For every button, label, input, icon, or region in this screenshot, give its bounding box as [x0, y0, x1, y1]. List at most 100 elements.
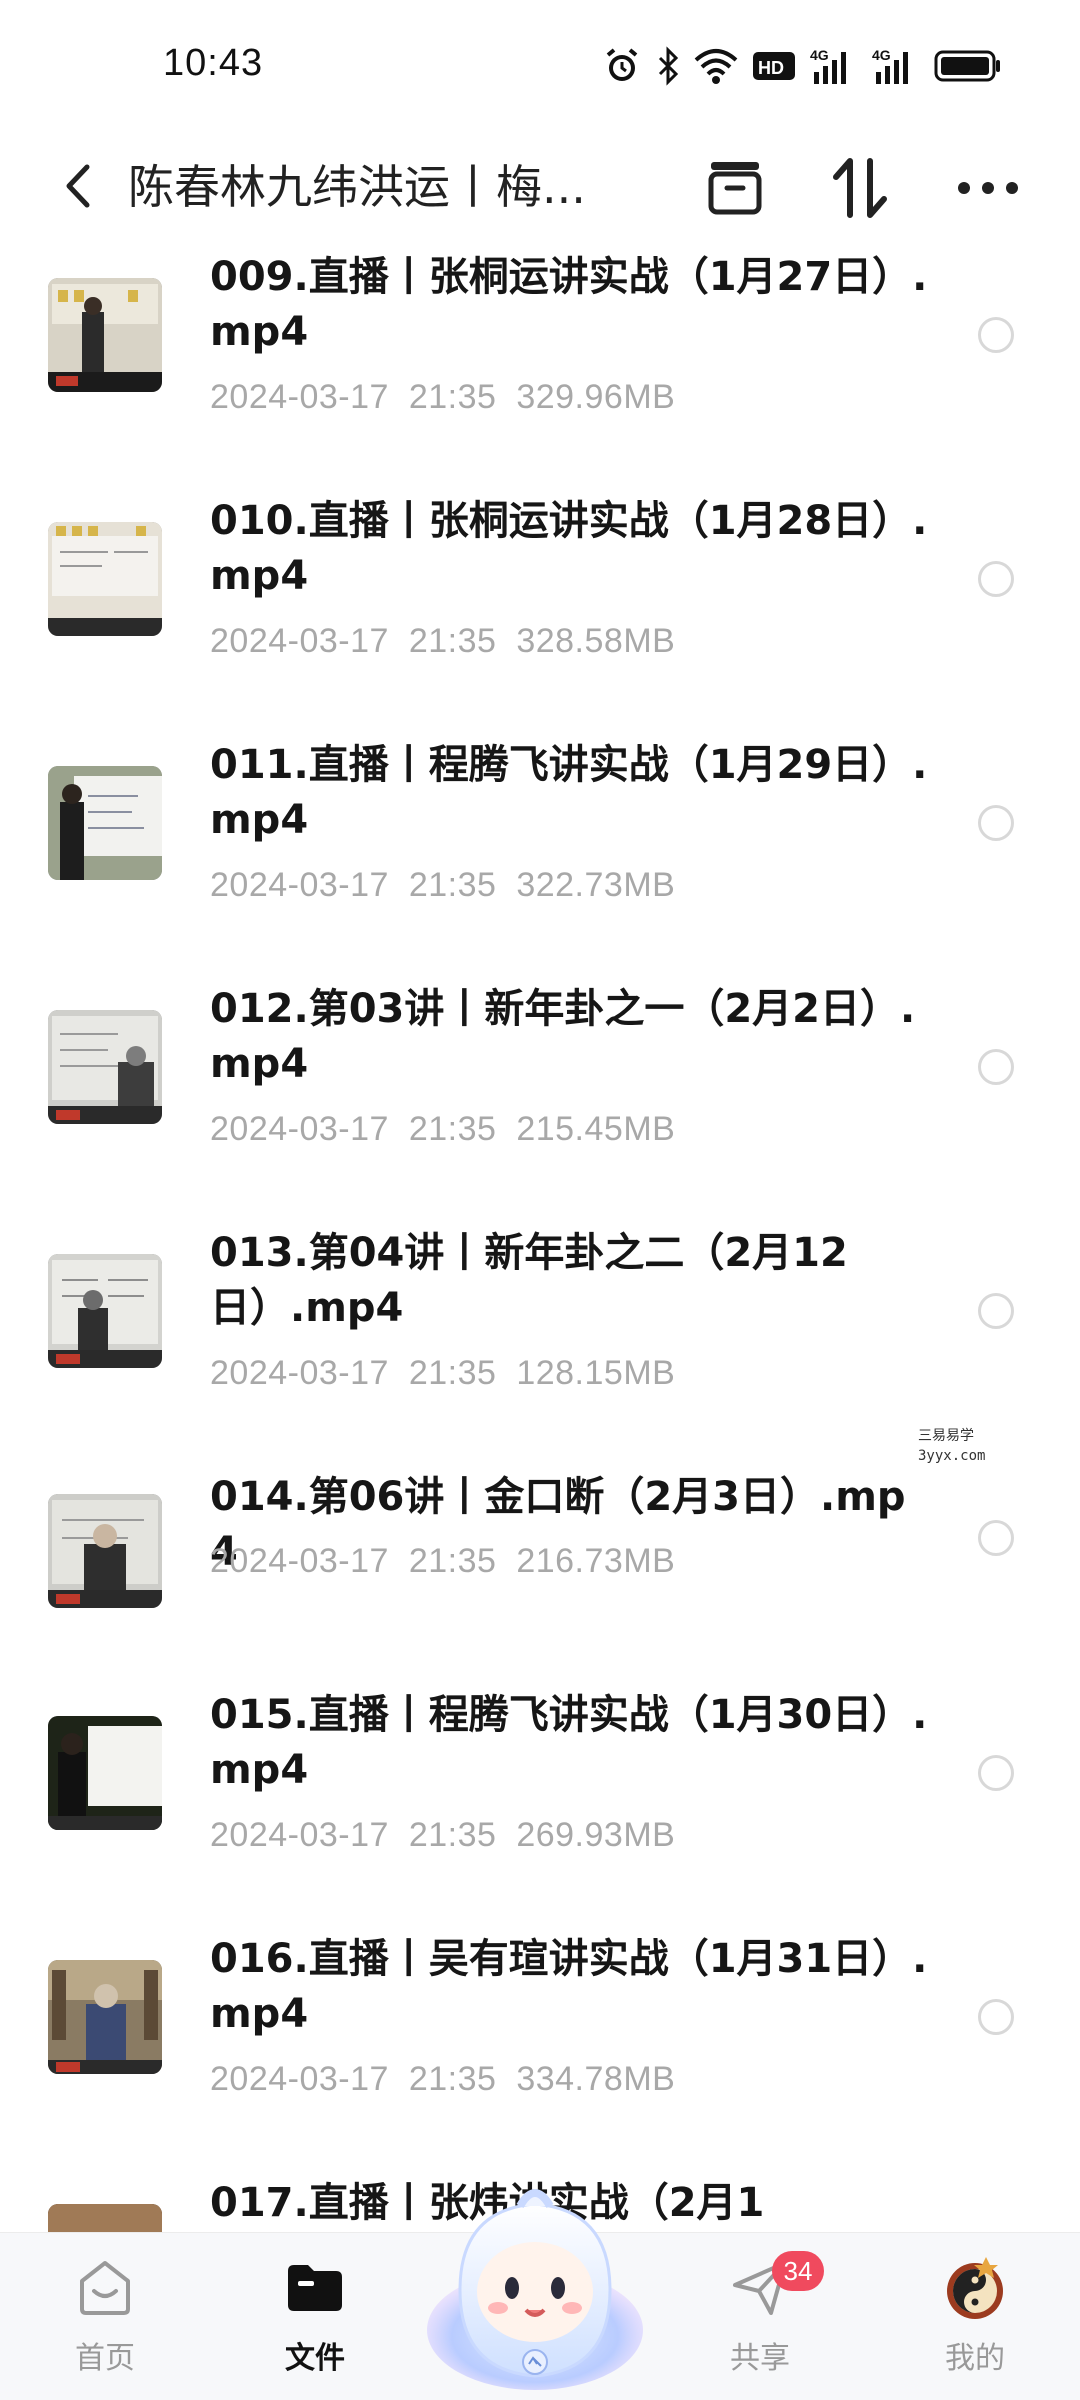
sort-icon — [830, 155, 890, 225]
file-meta: 2024-03-17 21:35 322.73MB — [210, 866, 675, 905]
nav-label-me: 我的 — [945, 2341, 1005, 2376]
file-date: 2024-03-17 — [210, 1354, 389, 1392]
assistant-mascot-icon — [420, 2189, 650, 2400]
select-radio[interactable] — [978, 561, 1014, 597]
folder-icon — [280, 2253, 350, 2323]
file-size: 334.78MB — [516, 2060, 676, 2098]
file-meta: 2024-03-17 21:35 329.96MB — [210, 378, 675, 417]
notification-badge: 34 — [772, 2251, 824, 2291]
select-radio[interactable] — [978, 1049, 1014, 1085]
file-meta: 2024-03-17 21:35 334.78MB — [210, 2060, 675, 2099]
file-time: 21:35 — [408, 1110, 497, 1148]
video-thumbnail — [48, 1960, 162, 2074]
select-radio[interactable] — [978, 1999, 1014, 2035]
more-icon — [956, 178, 1020, 202]
file-time: 21:35 — [408, 378, 497, 416]
signal-4g-icon: 4G — [872, 46, 920, 86]
file-time: 21:35 — [408, 1542, 497, 1580]
battery-icon — [934, 46, 1002, 86]
file-date: 2024-03-17 — [210, 1110, 389, 1148]
more-button[interactable] — [948, 150, 1028, 230]
video-thumbnail — [48, 1254, 162, 1368]
nav-label-share: 共享 — [730, 2341, 790, 2376]
video-thumbnail — [48, 2204, 162, 2232]
select-radio[interactable] — [978, 317, 1014, 353]
sort-button[interactable] — [820, 150, 900, 230]
file-date: 2024-03-17 — [210, 378, 389, 416]
select-radio[interactable] — [978, 1755, 1014, 1791]
video-thumbnail — [48, 766, 162, 880]
file-name: 011.直播丨程腾飞讲实战（1月29日）.mp4 — [210, 742, 928, 843]
list-item[interactable]: 016.直播丨吴有瑄讲实战（1月31日）.mp4 2024-03-17 21:3… — [0, 1932, 1080, 2176]
file-size: 322.73MB — [516, 866, 676, 904]
page-title: 陈春林九纬洪运丨梅... — [128, 160, 586, 214]
file-size: 128.15MB — [516, 1354, 676, 1392]
list-item[interactable]: 014.第06讲丨金口断（2月3日）.mp4 2024-03-17 21:35 … — [0, 1470, 1080, 1688]
file-name: 010.直播丨张桐运讲实战（1月28日）.mp4 — [210, 498, 928, 599]
file-name: 009.直播丨张桐运讲实战（1月27日）.mp4 — [210, 254, 928, 355]
file-meta: 2024-03-17 21:35 269.93MB — [210, 1816, 675, 1855]
file-size: 216.73MB — [516, 1542, 676, 1580]
select-radio[interactable] — [978, 805, 1014, 841]
svg-text:HD: HD — [758, 58, 784, 78]
file-meta: 2024-03-17 21:35 328.58MB — [210, 622, 675, 661]
file-name: 012.第03讲丨新年卦之一（2月2日）.mp4 — [210, 986, 916, 1087]
app-root: 10:43 HD 4G 4G 陈春林九纬洪运丨梅... 009.直播丨张桐运讲实… — [0, 0, 1080, 2400]
back-button[interactable] — [48, 158, 108, 218]
file-size: 328.58MB — [516, 622, 676, 660]
watermark-line-2: 3yyx.com — [918, 1448, 986, 1464]
video-thumbnail — [48, 278, 162, 392]
file-size: 269.93MB — [516, 1816, 676, 1854]
alarm-icon — [602, 46, 642, 86]
nav-label-home: 首页 — [75, 2341, 135, 2376]
list-item[interactable]: 011.直播丨程腾飞讲实战（1月29日）.mp4 2024-03-17 21:3… — [0, 738, 1080, 982]
file-name: 013.第04讲丨新年卦之二（2月12日）.mp4 — [210, 1230, 848, 1331]
select-radio[interactable] — [978, 1520, 1014, 1556]
signal-4g-icon: 4G — [810, 46, 858, 86]
file-time: 21:35 — [408, 2060, 497, 2098]
status-icons: HD 4G 4G — [602, 44, 1002, 88]
file-time: 21:35 — [408, 1354, 497, 1392]
list-item[interactable]: 009.直播丨张桐运讲实战（1月27日）.mp4 2024-03-17 21:3… — [0, 250, 1080, 494]
nav-share[interactable]: 共享 34 — [690, 2251, 830, 2393]
nav-files[interactable]: 文件 — [245, 2253, 385, 2393]
file-time: 21:35 — [408, 866, 497, 904]
back-icon — [61, 161, 95, 215]
file-date: 2024-03-17 — [210, 866, 389, 904]
nav-me[interactable]: 我的 — [905, 2253, 1045, 2393]
video-thumbnail — [48, 522, 162, 636]
status-time: 10:43 — [163, 42, 264, 84]
file-meta: 2024-03-17 21:35 216.73MB — [210, 1542, 675, 1581]
file-date: 2024-03-17 — [210, 1542, 389, 1580]
nav-label-files: 文件 — [285, 2341, 345, 2376]
header: 陈春林九纬洪运丨梅... — [0, 130, 1080, 250]
list-item[interactable]: 010.直播丨张桐运讲实战（1月28日）.mp4 2024-03-17 21:3… — [0, 494, 1080, 738]
file-date: 2024-03-17 — [210, 622, 389, 660]
select-radio[interactable] — [978, 1293, 1014, 1329]
hd-icon: HD — [752, 46, 796, 86]
archive-button[interactable] — [695, 150, 775, 230]
video-thumbnail — [48, 1010, 162, 1124]
home-icon — [70, 2253, 140, 2323]
file-name: 016.直播丨吴有瑄讲实战（1月31日）.mp4 — [210, 1936, 928, 2037]
video-thumbnail — [48, 1716, 162, 1830]
assistant-mascot-button[interactable] — [420, 2170, 650, 2400]
file-size: 215.45MB — [516, 1110, 676, 1148]
file-meta: 2024-03-17 21:35 215.45MB — [210, 1110, 675, 1149]
watermark: 三易易学 3yyx.com — [918, 1426, 985, 1466]
list-item[interactable]: 015.直播丨程腾飞讲实战（1月30日）.mp4 2024-03-17 21:3… — [0, 1688, 1080, 1932]
svg-text:4G: 4G — [810, 47, 829, 63]
file-time: 21:35 — [408, 1816, 497, 1854]
bluetooth-icon — [656, 46, 680, 86]
nav-home[interactable]: 首页 — [35, 2253, 175, 2393]
wifi-icon — [694, 46, 738, 86]
file-time: 21:35 — [408, 622, 497, 660]
file-date: 2024-03-17 — [210, 1816, 389, 1854]
file-name: 015.直播丨程腾飞讲实战（1月30日）.mp4 — [210, 1692, 928, 1793]
video-thumbnail — [48, 1494, 162, 1608]
svg-text:4G: 4G — [872, 47, 891, 63]
file-list: 009.直播丨张桐运讲实战（1月27日）.mp4 2024-03-17 21:3… — [0, 250, 1080, 2232]
archive-icon — [705, 158, 765, 222]
file-meta: 2024-03-17 21:35 128.15MB — [210, 1354, 675, 1393]
list-item[interactable]: 012.第03讲丨新年卦之一（2月2日）.mp4 2024-03-17 21:3… — [0, 982, 1080, 1226]
